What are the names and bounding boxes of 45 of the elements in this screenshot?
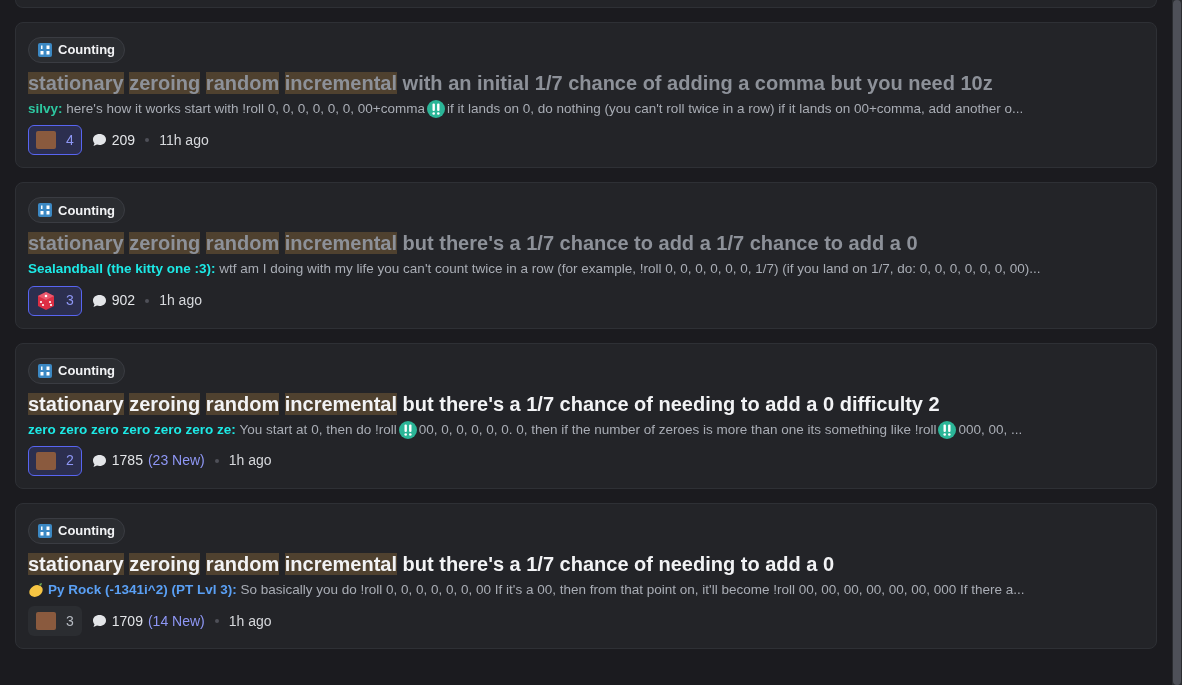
new-count: (14 New) [147,611,205,631]
tag-pill[interactable]: Counting [28,517,126,544]
post-title[interactable]: stationary zeroing random incremental but there's a 1/7 chance of needing to add a 0 difficulty 2 [28,389,940,418]
reaction-button[interactable]: 4 [28,125,82,156]
numbers-icon [38,523,52,538]
numbers-icon [38,363,52,378]
speech-bubble-icon [91,453,107,468]
post-title[interactable]: stationary zeroing random incremental but there's a 1/7 chance of needing to add a 0 [28,549,835,578]
message-preview: zero zero zero zero zero zero ze: You start at 0, then do !roll 00, 0, 0, 0, 0, 0. 0, then if the number of zeroes is more than one its something like !roll 000, 00, ... [28,419,1023,440]
double-exclamation-icon [426,100,445,119]
message-preview: silvy: here's how it works start with !roll 0, 0, 0, 0, 0, 0, 00+comma if it lands on 0, do nothing (you can't roll twice in a row) if it lands on 00+comma, add another o... [28,99,1024,120]
face-emoji-image [36,451,56,470]
post-title[interactable]: stationary zeroing random incremental with an initial 1/7 chance of adding a comma but you need 10z [28,69,993,97]
numbers-icon [38,203,52,218]
reaction-button[interactable]: 3 [28,606,82,636]
forum-post-card[interactable] [15,342,1157,489]
speech-bubble-icon [91,614,107,628]
comment-count: 902 [111,291,136,310]
tag-pill[interactable]: Counting [28,37,126,63]
comment-count: 209 [111,130,136,150]
speech-bubble-icon [91,133,107,148]
forum-post-card[interactable] [15,182,1157,329]
reaction-button[interactable]: 3 [28,285,82,316]
forum-post-card[interactable] [15,22,1157,169]
post-time: 1h ago [228,611,272,631]
speech-bubble-icon [91,293,107,308]
comment-count: 1785 [111,451,143,471]
post-time: 1h ago [159,291,202,310]
post-title[interactable]: stationary zeroing random incremental but there's a 1/7 chance to add a 1/7 chance to add a 0 [28,229,918,258]
double-exclamation-icon [398,420,417,439]
post-time: 1h ago [228,451,272,471]
new-count: (23 New) [147,451,205,471]
face-emoji-image [36,612,56,630]
post-time: 11h ago [159,130,209,150]
tag-pill[interactable]: Counting [28,357,126,384]
message-preview: Py Rock (-1341i^2) (PT Lvl 3): So basically you do !roll 0, 0, 0, 0, 0, 0, 00 If it's a 00, then from that point on, it'll become !roll 00, 00, 00, 00, 00, 00, 000 If there a... [28,579,1025,600]
dice-icon [36,290,56,311]
reaction-button[interactable]: 2 [28,445,82,476]
tag-pill[interactable]: Counting [28,197,126,224]
forum-post-card[interactable] [15,502,1157,649]
face-emoji-image [36,131,56,150]
comment-count: 1709 [111,611,143,631]
double-exclamation-icon [938,420,957,439]
message-preview: Sealandball (the kitty one :3): wtf am I doing with my life you can't count twice in a row (for example, !roll 0, 0, 0, 0, 0, 0, 1/7) (if you land on 1/7, do: 0, 0, 0, 0, 0, 0, 00)... [28,260,1041,279]
numbers-icon [38,43,52,57]
